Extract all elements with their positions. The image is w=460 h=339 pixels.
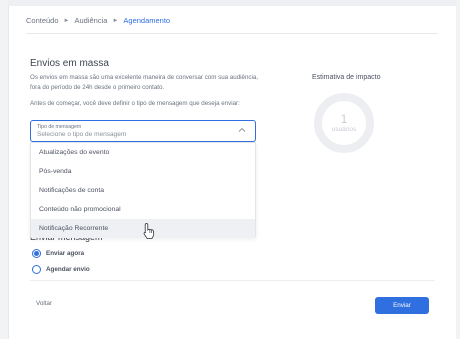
message-type-select[interactable]: Tipo de mensagem Selecione o tipo de men… [30,120,256,142]
impact-gauge: 1 usuários [314,93,374,153]
radio-send-now[interactable]: Enviar agora [32,249,84,258]
breadcrumb-item-scheduling[interactable]: Agendamento [123,16,170,25]
impact-label: Estimativa de impacto [312,74,381,81]
dropdown-option[interactable]: Pós-venda [31,162,255,181]
breadcrumb-item-content[interactable]: Conteúdo [26,16,59,25]
radio-selected-icon[interactable] [32,249,41,258]
radio-schedule[interactable]: Agendar envio [32,265,90,274]
footer-divider [30,280,435,281]
breadcrumb-item-audience[interactable]: Audiência [74,16,107,25]
dropdown-option[interactable]: Conteúdo não promocional [31,200,255,219]
dropdown-option[interactable]: Atualizações do evento [31,143,255,162]
chevron-up-icon[interactable] [237,125,247,135]
message-type-label: Tipo de mensagem [37,124,82,130]
section-instruction: Antes de começar, você deve definir o ti… [30,100,240,107]
radio-send-now-label: Enviar agora [46,250,85,257]
impact-unit: usuários [331,126,357,133]
message-type-placeholder: Selecione o tipo de mensagem [37,131,127,138]
impact-count: 1 [340,112,348,126]
hand-pointer-icon [143,223,155,239]
radio-schedule-label: Agendar envio [46,266,90,273]
send-button[interactable]: Enviar [375,297,429,314]
page-title: Envios em massa [30,58,109,69]
radio-unselected-icon[interactable] [32,265,41,274]
section-description: Os envios em massa são uma excelente man… [30,74,259,91]
breadcrumb: Conteúdo ► Audiência ► Agendamento [26,14,438,34]
breadcrumb-separator-icon: ► [63,17,70,24]
breadcrumb-separator-icon: ► [112,17,119,24]
dropdown-option[interactable]: Notificações de conta [31,181,255,200]
back-link[interactable]: Voltar [36,300,52,307]
